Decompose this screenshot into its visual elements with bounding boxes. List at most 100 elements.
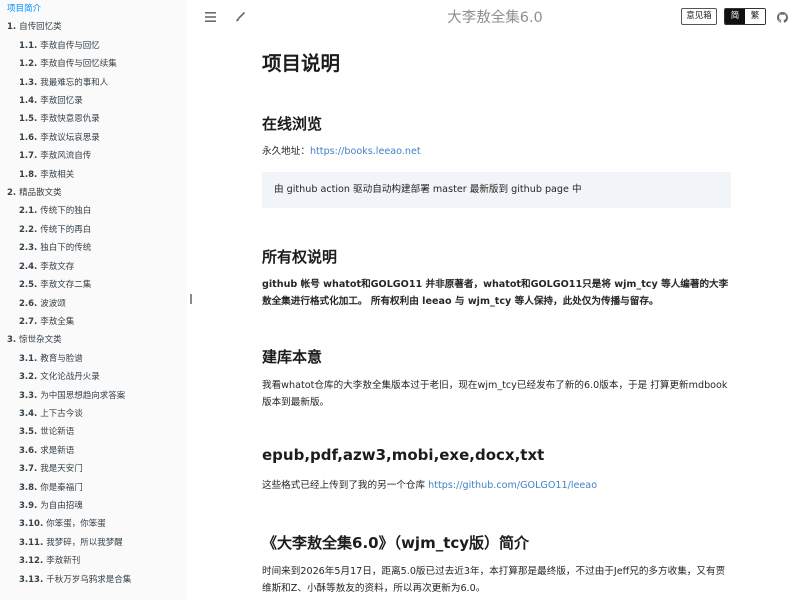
- sidebar-item[interactable]: 1.5. 李敖快意恩仇录: [0, 110, 187, 128]
- sidebar-item-number: 1.2.: [19, 59, 38, 70]
- sidebar-item[interactable]: 3.6. 求是新语: [0, 442, 187, 460]
- sidebar-item[interactable]: 2.1. 传统下的独白: [0, 202, 187, 220]
- formats-line: 这些格式已经上传到了我的另一个仓库 https://github.com/GOL…: [262, 477, 732, 494]
- table-of-contents: 项目简介 1. 自传回忆类 1.1. 李敖自传与回忆 1.2. 李敖自传与回忆续集 1.3. 我…: [0, 0, 187, 589]
- sidebar-item[interactable]: 2.6. 波波颂: [0, 295, 187, 313]
- sidebar-item-label: 上下古今谈: [40, 408, 83, 419]
- sidebar-item-number: 2.2.: [19, 224, 38, 235]
- sidebar-item-number: 3.6.: [19, 445, 38, 456]
- sidebar-item-label: 千秋万岁乌鸦求是合集: [46, 574, 132, 585]
- sidebar-item[interactable]: 1.8. 李敖相关: [0, 166, 187, 184]
- sidebar-item[interactable]: 3.13. 千秋万岁乌鸦求是合集: [0, 571, 187, 589]
- sidebar-item-number: 3.1.: [19, 353, 38, 364]
- sidebar-item-number: 1.3.: [19, 77, 38, 88]
- sidebar-item[interactable]: 3.3. 为中国思想趋向求答案: [0, 387, 187, 405]
- sidebar-item[interactable]: 2.5. 李敖文存二集: [0, 276, 187, 294]
- sidebar-item[interactable]: 2.7. 李敖全集: [0, 313, 187, 331]
- sidebar-item-label: 李敖自传与回忆: [40, 40, 100, 51]
- sidebar-item-label: 传统下的再白: [40, 224, 92, 235]
- sidebar-item[interactable]: 3.2. 文化论战丹火录: [0, 368, 187, 386]
- sidebar-item-number: 1.6.: [19, 132, 38, 143]
- github-icon[interactable]: [773, 8, 791, 26]
- sidebar-item-label: 求是新语: [40, 445, 75, 456]
- page-title: 项目说明: [262, 52, 341, 75]
- sidebar-item-label: 传统下的独白: [40, 206, 92, 217]
- sidebar-item[interactable]: 3.12. 李敖新刊: [0, 552, 187, 570]
- golgo11-repo-link[interactable]: https://github.com/GOLGO11/leeao: [428, 480, 597, 491]
- section-heading-purpose: 建库本意: [262, 348, 323, 366]
- sidebar-item-label: 李敖议坛哀思录: [40, 132, 100, 143]
- sidebar-item-number: 2.4.: [19, 261, 38, 272]
- sidebar-item[interactable]: 1.4. 李敖回忆录: [0, 92, 187, 110]
- sidebar-item[interactable]: 3.9. 为自由招魂: [0, 497, 187, 515]
- sidebar-item-number: 1.4.: [19, 96, 38, 107]
- sidebar-item[interactable]: 2.4. 李敖文存: [0, 258, 187, 276]
- sidebar-item[interactable]: 3.10. 你笨蛋，你笨蛋: [0, 515, 187, 533]
- sidebar-item-number: 2.1.: [19, 206, 38, 217]
- sidebar-item[interactable]: 1.2. 李敖自传与回忆续集: [0, 55, 187, 73]
- sidebar-item[interactable]: 3.4. 上下古今谈: [0, 405, 187, 423]
- sidebar-item-label: 我最难忘的事和人: [40, 77, 109, 88]
- sidebar-item[interactable]: 2.3. 独白下的传统: [0, 239, 187, 257]
- sidebar-item-number: 2.5.: [19, 280, 38, 291]
- sidebar-item[interactable]: 1.3. 我最难忘的事和人: [0, 74, 187, 92]
- traditional-chinese-button[interactable]: 繁: [745, 9, 765, 24]
- sidebar-item[interactable]: 3.1. 教育与脸谱: [0, 350, 187, 368]
- permanent-address-line: 永久地址：https://books.leeao.net: [262, 143, 732, 160]
- sidebar-item[interactable]: 1.1. 李敖自传与回忆: [0, 37, 187, 55]
- sidebar-item-number: 3.3.: [19, 390, 38, 401]
- intro-text: 时间来到2026年5月17日，距离5.0版已过去近3年，本打算那是最终版，不过由…: [262, 566, 726, 594]
- sidebar-item[interactable]: 项目简介: [0, 0, 187, 18]
- sidebar-item-label: 你是秦福门: [40, 482, 83, 493]
- sidebar-item-label: 你笨蛋，你笨蛋: [46, 519, 106, 530]
- sidebar-item-label: 李敖相关: [40, 169, 75, 180]
- sidebar-item[interactable]: 1.7. 李敖风流自传: [0, 147, 187, 165]
- section-heading-online: 在线浏览: [262, 115, 323, 133]
- sidebar-item-number: 2.6.: [19, 298, 38, 309]
- sidebar-item[interactable]: 3. 惊世杂文类: [0, 331, 187, 349]
- sidebar-item-number: 3.5.: [19, 427, 38, 438]
- sidebar-item[interactable]: 2.2. 传统下的再白: [0, 221, 187, 239]
- sidebar-item-label: 精品散文类: [19, 188, 62, 199]
- sidebar-item[interactable]: 2. 精品散文类: [0, 184, 187, 202]
- blockquote: 由 github action 驱动自动构建部署 master 最新版到 git…: [262, 172, 731, 208]
- ownership-text: github 帐号 whatot和GOLGO11 并非原著者，whatot和GO…: [262, 279, 729, 307]
- sidebar-item-label: 李敖自传与回忆续集: [40, 59, 117, 70]
- sidebar-item-label: 李敖全集: [40, 316, 75, 327]
- sidebar-item-label: 李敖快意恩仇录: [40, 114, 100, 125]
- sidebar-item-label: 李敖文存二集: [40, 280, 92, 291]
- sidebar-item-label: 我梦碎，所以我梦醒: [46, 537, 123, 548]
- sidebar-item-number: 1.8.: [19, 169, 38, 180]
- sidebar-item-number: 3.: [7, 335, 17, 346]
- section-heading-ownership: 所有权说明: [262, 248, 338, 266]
- books-link[interactable]: https://books.leeao.net: [310, 146, 421, 157]
- sidebar-item-label: 文化论战丹火录: [40, 372, 100, 383]
- sidebar-item-label: 独白下的传统: [40, 243, 92, 254]
- sidebar-item-label: 世论新语: [40, 427, 75, 438]
- sidebar-item-number: 2.3.: [19, 243, 38, 254]
- sidebar-item-number: 3.12.: [19, 556, 44, 567]
- sidebar-item[interactable]: 3.8. 你是秦福门: [0, 479, 187, 497]
- sidebar-item-number: 3.2.: [19, 372, 38, 383]
- sidebar-item-number: 2.: [7, 188, 17, 199]
- sidebar-item[interactable]: 3.7. 我是天安门: [0, 460, 187, 478]
- purpose-text: 我看whatot仓库的大李敖全集版本过于老旧，现在wjm_tcy已经发布了新的6…: [262, 380, 728, 408]
- sidebar-item-number: 1.7.: [19, 151, 38, 162]
- sidebar-resize-handle[interactable]: [190, 294, 192, 304]
- sidebar-item-label: 李敖回忆录: [40, 96, 83, 107]
- sidebar-item-label: 李敖文存: [40, 261, 75, 272]
- sidebar-item[interactable]: 1. 自传回忆类: [0, 18, 187, 36]
- sidebar-item-label: 波波颂: [40, 298, 66, 309]
- sidebar-item[interactable]: 1.6. 李敖议坛哀思录: [0, 129, 187, 147]
- sidebar-item-label: 我是天安门: [40, 464, 83, 475]
- sidebar-item-label: 项目简介: [7, 4, 42, 14]
- sidebar-item[interactable]: 3.11. 我梦碎，所以我梦醒: [0, 534, 187, 552]
- sidebar-item-number: 1.1.: [19, 40, 38, 51]
- sidebar-item-label: 自传回忆类: [19, 22, 62, 33]
- sidebar-item-number: 3.10.: [19, 519, 44, 530]
- sidebar-item-number: 3.11.: [19, 537, 44, 548]
- sidebar-item-number: 3.7.: [19, 464, 38, 475]
- sidebar-item-label: 惊世杂文类: [19, 335, 62, 346]
- sidebar-item[interactable]: 3.5. 世论新语: [0, 423, 187, 441]
- sidebar-item-number: 3.13.: [19, 574, 44, 585]
